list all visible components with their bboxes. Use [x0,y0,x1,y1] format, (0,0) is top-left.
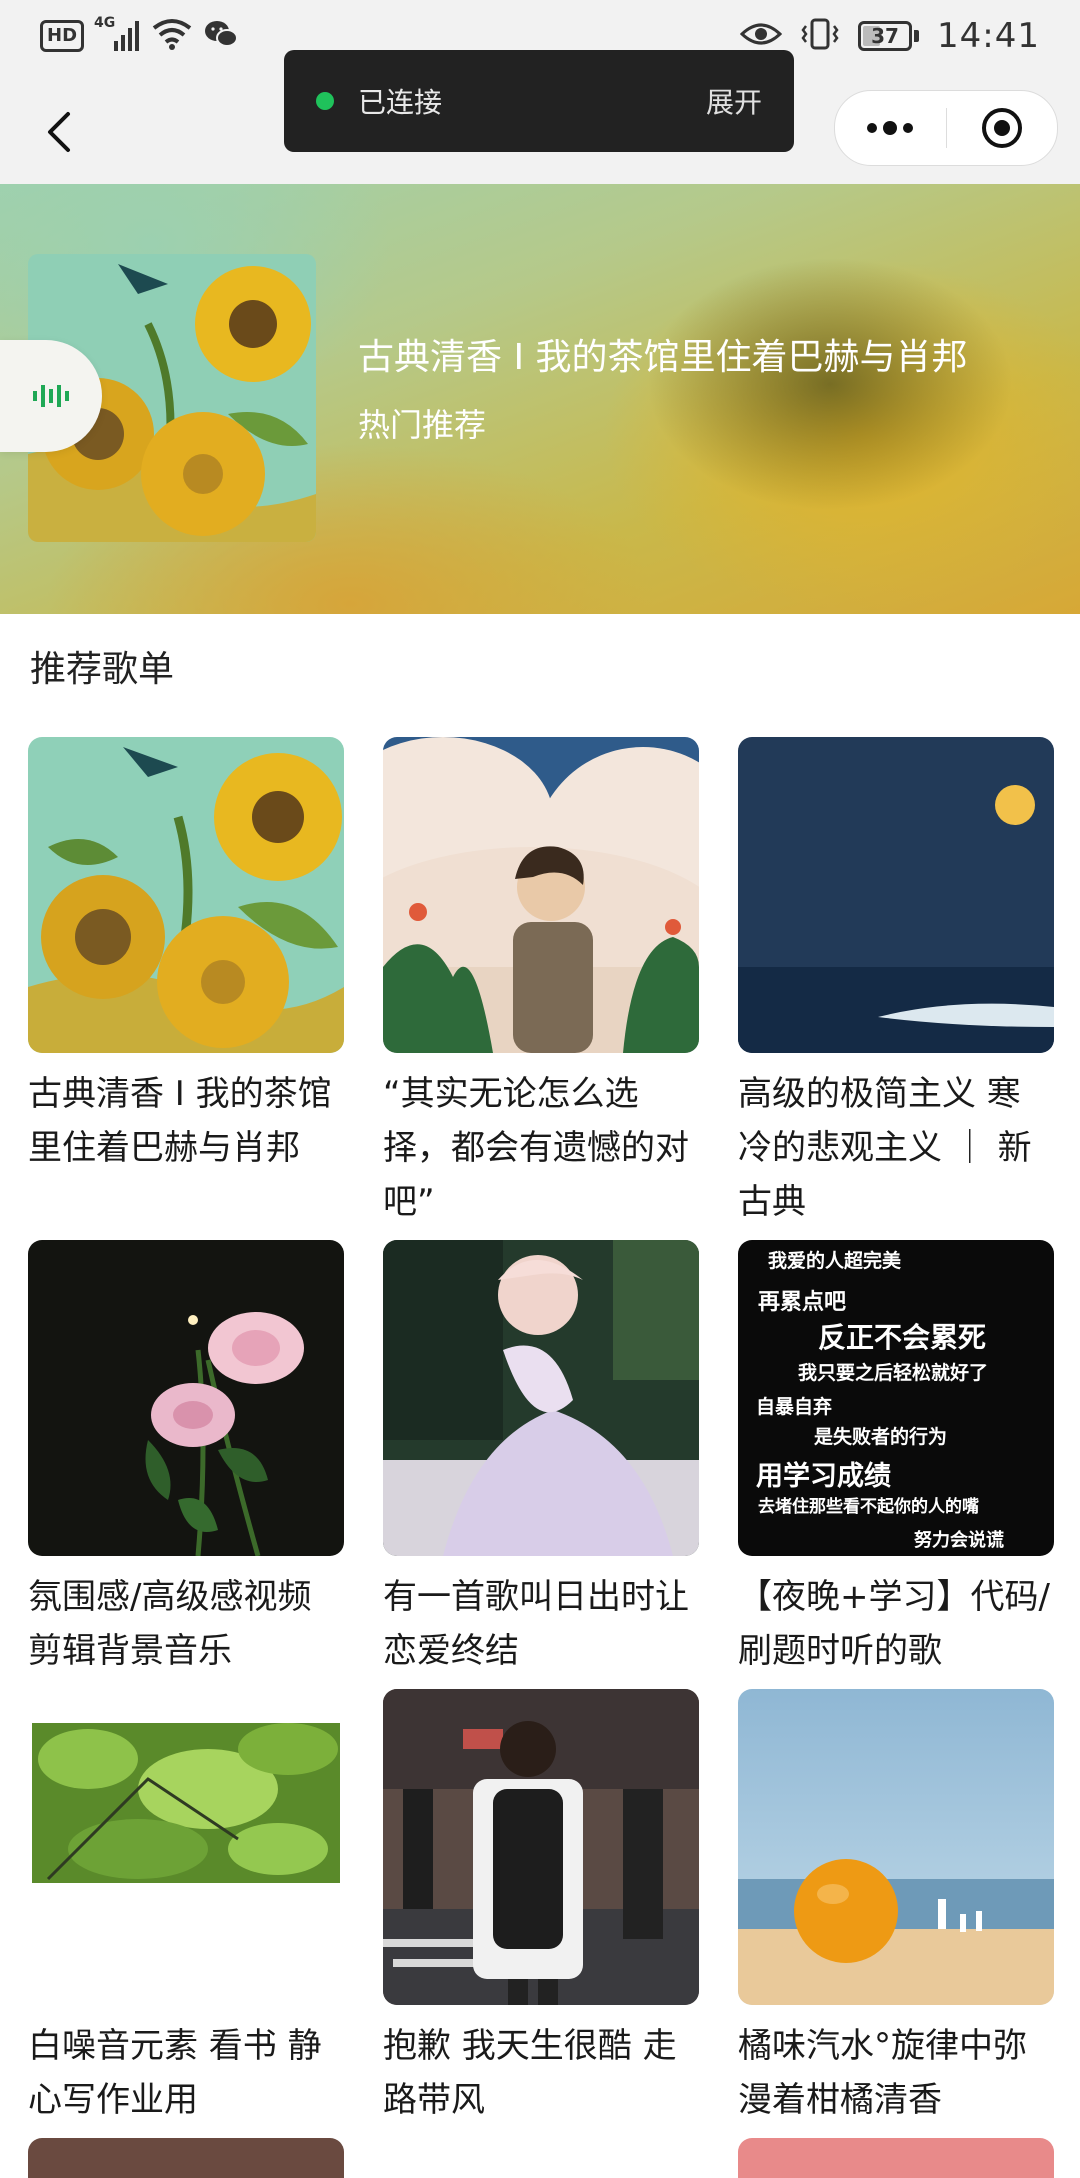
playlist-title: 抱歉 我天生很酷 走路带风 [383,2026,677,2120]
audio-wave-icon [33,385,69,407]
playlist-card[interactable]: 橘味汽水°旋律中弥漫着柑橘清香 [738,1689,1054,2127]
playlist-card[interactable]: 氛围感/高级感视频剪辑背景音乐 [28,1240,344,1678]
wechat-icon [204,19,239,53]
poster-text-block: 我爱的人超完美 再累点吧 反正不会累死 我只要之后轻松就好了 自暴自弃 是失败者… [738,1240,1054,1556]
playlist-title: 橘味汽水°旋律中弥漫着柑橘清香 [738,2026,1027,2120]
poster-line: 再累点吧 [758,1290,847,1315]
playlist-card[interactable]: 高级的极简主义 寒冷的悲观主义 ｜ 新古典 [738,737,1054,1229]
playlist-cover-boy-clouds[interactable] [383,737,699,1053]
capsule-menu [834,90,1058,166]
playlist-cover-dancer[interactable] [383,1240,699,1556]
playlist-card[interactable]: 古典清香 I 我的茶馆里住着巴赫与肖邦 [28,737,344,1175]
playlist-title: 高级的极简主义 寒冷的悲观主义 ｜ 新古典 [738,1074,1032,1222]
connection-status: 已连接 [358,86,443,119]
playlist-card[interactable]: 白噪音元素 看书 静心写作业用 [28,1689,344,2127]
status-left: HD 4G [40,15,239,56]
hero-banner[interactable]: 古典清香 I 我的茶馆里住着巴赫与肖邦 热门推荐 [0,184,1080,614]
playlist-cover-orange-beach[interactable] [738,1689,1054,2005]
more-dots-icon [867,121,914,135]
hero-subtitle: 热门推荐 [358,406,487,444]
playlist-cover-street[interactable] [383,1689,699,2005]
chevron-left-icon [48,112,70,152]
hero-title: 古典清香 I 我的茶馆里住着巴赫与肖邦 [358,337,968,378]
playlist-card[interactable]: “其实无论怎么选择，都会有遗憾的对吧” [383,737,699,1229]
battery-level: 37 [871,24,899,48]
playlist-cover-pink-roses[interactable] [28,1240,344,1556]
playlist-cover-moon-sea[interactable] [738,737,1054,1053]
poster-line: 我只要之后轻松就好了 [798,1362,989,1384]
connected-dot-icon [316,92,334,110]
playlist-title: 氛围感/高级感视频剪辑背景音乐 [28,1577,312,1671]
poster-line: 用学习成绩 [756,1461,891,1492]
cellular-signal-icon: 4G [94,15,140,53]
playlist-title: 白噪音元素 看书 静心写作业用 [28,2026,322,2120]
playlist-cover-peek[interactable] [28,2138,344,2178]
playlist-cover-peek[interactable] [738,2138,1054,2178]
clock: 14:41 [937,16,1040,56]
playlist-title: 【夜晚+学习】代码/刷题时听的歌 [738,1577,1050,1671]
section-title: 推荐歌单 [30,649,175,690]
playlist-card[interactable]: 抱歉 我天生很酷 走路带风 [383,1689,699,2127]
playlist-title: 古典清香 I 我的茶馆里住着巴赫与肖邦 [28,1074,332,1168]
close-miniprogram-button[interactable] [947,91,1058,165]
network-type: 4G [94,15,116,31]
playlist-cover-leaves[interactable] [28,1689,344,2005]
expand-button[interactable]: 展开 [706,81,762,121]
more-button[interactable] [835,91,946,165]
eye-icon [739,20,783,52]
poster-line: 自暴自弃 [756,1396,833,1418]
battery-icon: 37 [858,21,920,51]
connection-toast: 已连接 展开 [284,50,794,152]
poster-line: 反正不会累死 [818,1321,987,1354]
playlist-card[interactable]: 有一首歌叫日出时让恋爱终结 [383,1240,699,1678]
poster-line: 我爱的人超完美 [768,1250,902,1272]
target-circle-icon [981,108,1022,148]
playlist-card[interactable]: 我爱的人超完美 再累点吧 反正不会累死 我只要之后轻松就好了 自暴自弃 是失败者… [738,1240,1054,1678]
wifi-icon [152,18,192,54]
playlist-cover-text-poster[interactable]: 我爱的人超完美 再累点吧 反正不会累死 我只要之后轻松就好了 自暴自弃 是失败者… [738,1240,1054,1556]
poster-line: 努力会说谎 [914,1530,1004,1551]
playlist-cover-sunflowers[interactable] [28,737,344,1053]
back-button[interactable] [24,96,96,168]
playlist-title: 有一首歌叫日出时让恋爱终结 [383,1577,689,1671]
poster-line: 是失败者的行为 [814,1426,948,1448]
hd-badge: HD [40,20,85,52]
vibrate-icon [800,18,840,54]
playlist-title: “其实无论怎么选择，都会有遗憾的对吧” [383,1074,689,1222]
poster-line: 去堵住那些看不起你的人的嘴 [758,1497,979,1517]
